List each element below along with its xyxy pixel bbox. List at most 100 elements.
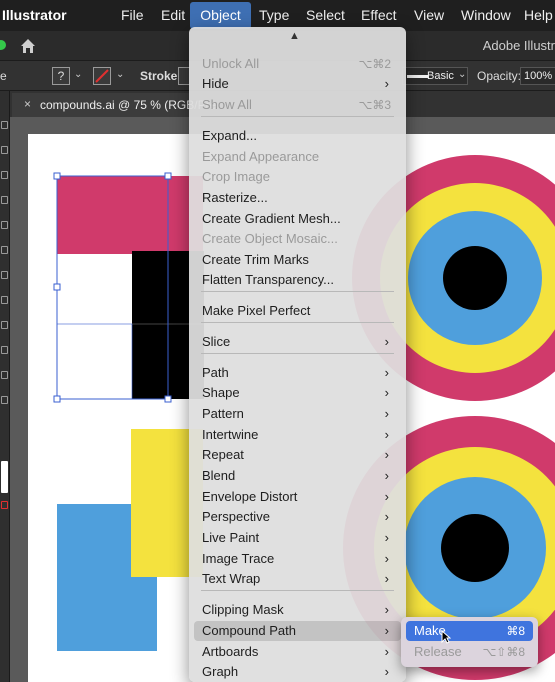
shape-builder-tool-icon[interactable] xyxy=(1,346,8,354)
menu-item-perspective[interactable]: Perspective › xyxy=(194,507,401,527)
chevron-right-icon: › xyxy=(384,365,389,380)
rotate-tool-icon[interactable] xyxy=(1,271,8,279)
menu-item-text-wrap[interactable]: Text Wrap › xyxy=(194,569,401,589)
menu-item-label: Artboards xyxy=(202,644,259,659)
menu-item-make-pixel-perfect[interactable]: Make Pixel Perfect xyxy=(194,301,401,321)
menu-item-blend[interactable]: Blend › xyxy=(194,466,401,486)
menu-item-label: Shape xyxy=(202,385,240,400)
app-brand-title: Adobe Illustr xyxy=(482,38,555,53)
type-tool-icon[interactable] xyxy=(1,196,8,204)
menu-item-label: Show All xyxy=(202,97,252,112)
width-tool-icon[interactable] xyxy=(1,321,8,329)
menu-item-label: Expand Appearance xyxy=(202,149,320,164)
chevron-right-icon: › xyxy=(384,76,389,91)
chevron-right-icon: › xyxy=(384,385,389,400)
menu-item-create-object-mosaic[interactable]: Create Object Mosaic... xyxy=(194,229,401,249)
home-icon[interactable] xyxy=(19,37,37,55)
gradient-tool-icon[interactable] xyxy=(1,371,8,379)
menu-item-intertwine[interactable]: Intertwine › xyxy=(194,425,401,445)
menu-separator xyxy=(201,590,394,591)
scale-tool-icon[interactable] xyxy=(1,296,8,304)
menu-item-label: Rasterize... xyxy=(202,190,268,205)
menu-item-slice[interactable]: Slice › xyxy=(194,332,401,352)
menu-item-create-trim-marks[interactable]: Create Trim Marks xyxy=(194,250,401,270)
shortcut-label: ⌥⇧⌘8 xyxy=(482,645,525,659)
menu-object[interactable]: Object xyxy=(190,2,251,29)
chevron-down-icon[interactable]: ⌄ xyxy=(74,69,82,80)
menu-item-label: Graph xyxy=(202,664,239,679)
menu-item-label: Slice xyxy=(202,334,231,349)
menu-item-artboards[interactable]: Artboards › xyxy=(194,642,401,662)
selection-tool-icon[interactable] xyxy=(1,121,8,129)
chevron-right-icon: › xyxy=(384,530,389,545)
menu-item-label: Text Wrap xyxy=(202,571,261,586)
menu-file[interactable]: File xyxy=(115,0,150,31)
menu-item-label: Expand... xyxy=(202,128,257,143)
compound-path-submenu: Make ⌘8 Release ⌥⇧⌘8 xyxy=(401,617,538,667)
menu-item-label: Flatten Transparency... xyxy=(202,272,334,287)
no-stroke-swatch-icon[interactable] xyxy=(93,67,111,85)
question-button[interactable]: ? xyxy=(52,67,70,85)
chevron-right-icon: › xyxy=(384,644,389,659)
menu-separator xyxy=(201,291,394,292)
chevron-down-icon[interactable]: ⌄ xyxy=(458,69,466,80)
scroll-up-icon[interactable]: ▲ xyxy=(289,30,300,42)
submenu-item-release[interactable]: Release ⌥⇧⌘8 xyxy=(406,642,533,662)
menu-item-shape[interactable]: Shape › xyxy=(194,383,401,403)
submenu-item-label: Release xyxy=(414,644,462,659)
chevron-right-icon: › xyxy=(384,664,389,679)
pen-tool-icon[interactable] xyxy=(1,171,8,179)
direct-selection-tool-icon[interactable] xyxy=(1,146,8,154)
tools-panel xyxy=(0,91,10,682)
menu-item-rasterize[interactable]: Rasterize... xyxy=(194,188,401,208)
shortcut-label: ⌥⌘3 xyxy=(358,98,391,112)
menu-item-label: Image Trace xyxy=(202,551,275,566)
submenu-item-make[interactable]: Make ⌘8 xyxy=(406,621,533,641)
menu-item-clipping-mask[interactable]: Clipping Mask › xyxy=(194,600,401,620)
window-zoom-dot[interactable] xyxy=(0,40,6,50)
menu-item-crop-image[interactable]: Crop Image xyxy=(194,167,401,187)
fill-swatch-icon[interactable] xyxy=(1,461,8,493)
menu-item-show-all[interactable]: Show All ⌥⌘3 xyxy=(194,95,401,115)
menu-help[interactable]: Help xyxy=(518,0,555,31)
menu-item-image-trace[interactable]: Image Trace › xyxy=(194,549,401,569)
chevron-down-icon[interactable]: ⌄ xyxy=(116,69,124,80)
opacity-field[interactable]: 100% xyxy=(520,67,555,85)
document-tab[interactable]: × compounds.ai @ 75 % (RGB/Pre xyxy=(12,93,216,117)
menu-item-compound-path[interactable]: Compound Path › xyxy=(194,621,401,641)
menu-view[interactable]: View xyxy=(408,0,450,31)
menu-item-unlock-all[interactable]: Unlock All ⌥⌘2 xyxy=(194,54,401,74)
menu-item-expand[interactable]: Expand... xyxy=(194,126,401,146)
brush-tool-icon[interactable] xyxy=(1,246,8,254)
close-icon[interactable]: × xyxy=(24,97,31,111)
menu-item-hide[interactable]: Hide › xyxy=(194,74,401,94)
menu-item-envelope-distort[interactable]: Envelope Distort › xyxy=(194,487,401,507)
menu-separator xyxy=(201,322,394,323)
menu-separator xyxy=(201,116,394,117)
menu-item-expand-appearance[interactable]: Expand Appearance xyxy=(194,147,401,167)
menu-item-pattern[interactable]: Pattern › xyxy=(194,404,401,424)
menu-window[interactable]: Window xyxy=(455,0,517,31)
rectangle-tool-icon[interactable] xyxy=(1,221,8,229)
menu-item-label: Create Gradient Mesh... xyxy=(202,211,341,226)
chevron-right-icon: › xyxy=(384,571,389,586)
menu-item-label: Make Pixel Perfect xyxy=(202,303,311,318)
chevron-right-icon: › xyxy=(384,623,389,638)
target-top-center xyxy=(443,246,507,310)
selection-handle xyxy=(53,172,61,180)
menu-item-live-paint[interactable]: Live Paint › xyxy=(194,528,401,548)
menu-item-path[interactable]: Path › xyxy=(194,363,401,383)
menu-item-graph[interactable]: Graph › xyxy=(194,662,401,682)
app-name[interactable]: Illustrator xyxy=(2,7,67,23)
menu-edit[interactable]: Edit xyxy=(155,0,191,31)
menu-item-repeat[interactable]: Repeat › xyxy=(194,445,401,465)
menu-item-create-gradient-mesh[interactable]: Create Gradient Mesh... xyxy=(194,209,401,229)
menu-item-label: Pattern xyxy=(202,406,244,421)
menu-item-flatten-transparency[interactable]: Flatten Transparency... xyxy=(194,270,401,290)
control-fragment: e xyxy=(0,69,7,83)
selection-handle xyxy=(164,172,172,180)
stroke-swatch-icon[interactable] xyxy=(1,501,8,509)
chevron-right-icon: › xyxy=(384,406,389,421)
eyedropper-tool-icon[interactable] xyxy=(1,396,8,404)
chevron-right-icon: › xyxy=(384,447,389,462)
